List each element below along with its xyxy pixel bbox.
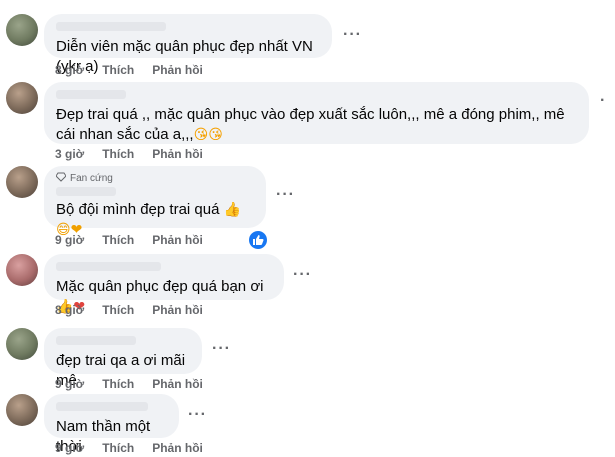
like-link[interactable]: Thích <box>102 63 134 77</box>
author-name-redacted[interactable] <box>56 90 126 99</box>
avatar[interactable] <box>6 394 38 426</box>
comment-bubble: Mặc quân phục đẹp quá bạn ơi👍❤ <box>44 254 284 315</box>
avatar[interactable] <box>6 254 38 286</box>
like-link[interactable]: Thích <box>102 377 134 391</box>
comment-actions: 8 giờ Thích Phản hồi <box>55 63 203 77</box>
avatar[interactable] <box>6 14 38 46</box>
author-name-redacted[interactable] <box>56 22 166 31</box>
more-options-icon[interactable]: ··· <box>293 266 312 284</box>
author-name-redacted[interactable] <box>56 402 148 411</box>
comment-actions: 8 giờ Thích Phản hồi <box>55 303 203 317</box>
fan-badge: Fan cứng <box>55 172 254 185</box>
comment-text-body: Mặc quân phục đẹp quá bạn ơi <box>56 278 264 295</box>
more-options-icon[interactable]: ··· <box>212 340 231 358</box>
like-link[interactable]: Thích <box>102 147 134 161</box>
comment-text-body: Bộ đội mình đẹp trai quá <box>56 201 220 218</box>
more-options-icon[interactable]: ··· <box>276 186 295 204</box>
author-name-redacted[interactable] <box>56 262 161 271</box>
comment-bubble: Đẹp trai quá ,, mặc quân phục vào đẹp xu… <box>44 82 589 144</box>
diamond-icon <box>55 172 67 185</box>
reply-link[interactable]: Phản hồi <box>152 63 203 77</box>
avatar[interactable] <box>6 166 38 198</box>
comment-time[interactable]: 9 giờ <box>55 377 84 391</box>
more-options-icon[interactable]: ··· <box>343 26 362 44</box>
like-link[interactable]: Thích <box>102 233 134 247</box>
comment-bubble: Diễn viên mặc quân phục đẹp nhất VN (ykr… <box>44 14 332 75</box>
badge-label: Fan cứng <box>70 173 113 184</box>
comment-text: Đẹp trai quá ,, mặc quân phục vào đẹp xu… <box>56 105 577 145</box>
comment-time[interactable]: 8 giờ <box>55 303 84 317</box>
comment-actions: 3 giờ Thích Phản hồi <box>55 147 203 161</box>
like-link[interactable]: Thích <box>102 441 134 455</box>
comment-text-body: Đẹp trai quá ,, mặc quân phục vào đẹp xu… <box>56 106 569 143</box>
comment-bubble: Nam thần một thời <box>44 394 179 455</box>
more-options-icon[interactable]: · <box>600 92 606 110</box>
emoji-kiss-icon: 😘😘 <box>193 127 223 143</box>
reply-link[interactable]: Phản hồi <box>152 233 203 247</box>
comment-time[interactable]: 9 giờ <box>55 441 84 455</box>
comment-bubble: đẹp trai qa a ơi mãi mê <box>44 328 202 389</box>
comment-time[interactable]: 3 giờ <box>55 147 84 161</box>
author-name-redacted[interactable] <box>56 187 116 196</box>
reply-link[interactable]: Phản hồi <box>152 377 203 391</box>
reply-link[interactable]: Phản hồi <box>152 441 203 455</box>
comment-bubble: Fan cứng Bộ đội mình đẹp trai quá 👍😄❤ <box>44 166 266 238</box>
like-link[interactable]: Thích <box>102 303 134 317</box>
reply-link[interactable]: Phản hồi <box>152 303 203 317</box>
comment-actions: 9 giờ Thích Phản hồi <box>55 377 203 391</box>
avatar[interactable] <box>6 82 38 114</box>
comment-time[interactable]: 9 giờ <box>55 233 84 247</box>
more-options-icon[interactable]: ··· <box>188 406 207 424</box>
reply-link[interactable]: Phản hồi <box>152 147 203 161</box>
comment-actions: 9 giờ Thích Phản hồi <box>55 233 203 247</box>
avatar[interactable] <box>6 328 38 360</box>
author-name-redacted[interactable] <box>56 336 136 345</box>
comment-actions: 9 giờ Thích Phản hồi <box>55 441 203 455</box>
comment-time[interactable]: 8 giờ <box>55 63 84 77</box>
like-reaction-icon[interactable] <box>247 229 269 251</box>
